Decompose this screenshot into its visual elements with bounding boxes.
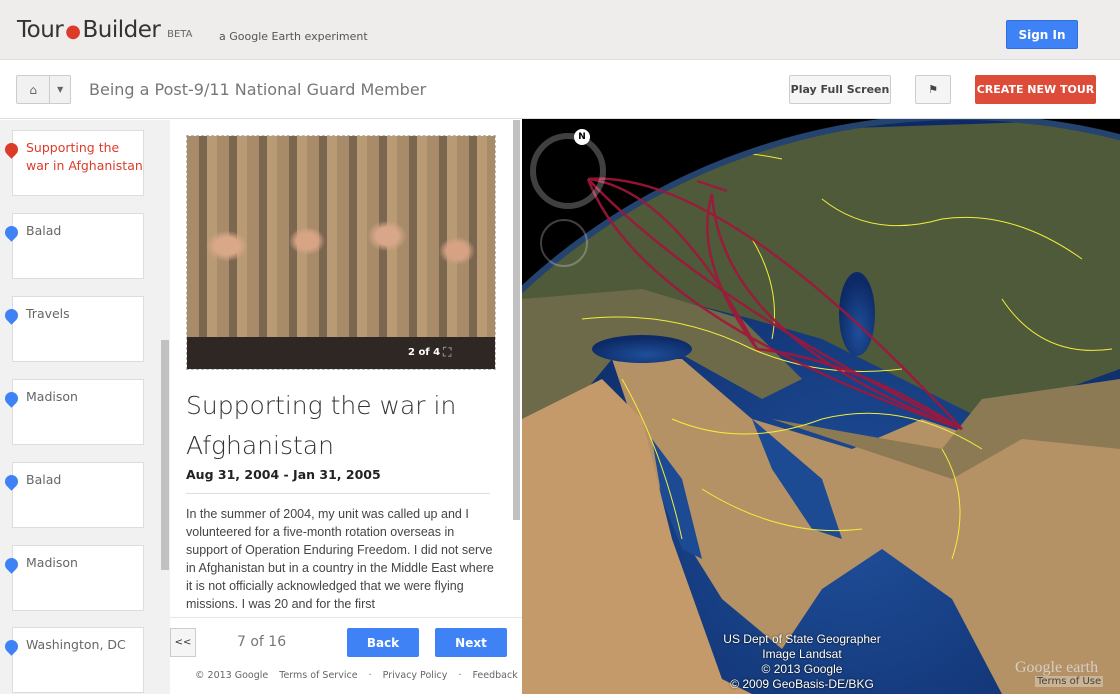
story-photo [187,136,495,337]
terms-link[interactable]: Terms of Service [279,670,357,681]
map-credits: US Dept of State Geographer Image Landsa… [717,632,887,692]
map-pin-icon [2,306,20,324]
beta-badge: BETA [167,29,192,40]
separator: · [458,670,461,681]
sidebar-scrollbar[interactable] [161,340,169,570]
sidebar-item-label: Supporting the war in Afghanistan [26,140,143,173]
sidebar-item[interactable]: Travels [12,296,144,362]
divider [186,493,490,494]
sidebar-item[interactable]: Washington, DC [12,627,144,693]
play-full-screen-button[interactable]: Play Full Screen [789,75,891,104]
sidebar-item-label: Washington, DC [26,637,126,652]
sidebar-item-label: Madison [26,555,78,570]
sign-in-button[interactable]: Sign In [1006,20,1078,49]
map-pin-icon [2,555,20,573]
story-date: Aug 31, 2004 - Jan 31, 2005 [186,467,381,482]
photo-counter: 2 of 4 [408,347,440,358]
story-navigation: << 7 of 16 Back Next © 2013 Google Terms… [170,617,522,694]
globe [522,119,1120,694]
privacy-link[interactable]: Privacy Policy [383,670,448,681]
zoom-control[interactable] [540,219,588,267]
north-indicator: N [574,129,590,145]
sidebar: Supporting the war in Afghanistan Balad … [0,120,170,694]
sidebar-item[interactable]: Balad [12,462,144,528]
logo[interactable]: Tour●Builder BETA [17,17,192,43]
google-earth-logo: Google earth [1015,659,1098,677]
toolbar: ⌂ ▼ Being a Post-9/11 National Guard Mem… [0,60,1120,119]
footer: © 2013 Google Terms of Service · Privacy… [195,670,526,681]
credit-line: US Dept of State Geographer [717,632,887,647]
stop-position: 7 of 16 [237,634,286,650]
logo-text: Builder [82,17,160,43]
story-scrollbar[interactable] [513,120,520,520]
credit-line: © 2009 GeoBasis-DE/BKG [717,677,887,692]
photo-viewer[interactable]: 2 of 4 ⛶ [186,135,496,370]
compass-control[interactable]: N [530,133,606,209]
map-pin-icon [2,637,20,655]
sidebar-item-label: Travels [26,306,70,321]
sidebar-item-label: Madison [26,389,78,404]
sidebar-item-label: Balad [26,472,61,487]
sidebar-item[interactable]: Madison [12,545,144,611]
tour-title: Being a Post-9/11 National Guard Member [89,80,426,99]
sidebar-item-label: Balad [26,223,61,238]
terms-of-use-link[interactable]: Terms of Use [1035,676,1103,687]
home-icon[interactable]: ⌂ [17,76,50,103]
map-pin-icon [2,223,20,241]
separator: · [369,670,372,681]
map-pin-icon [2,472,20,490]
flag-button[interactable]: ⚑ [915,75,951,104]
fullscreen-icon[interactable]: ⛶ [443,345,451,360]
story-title: Supporting the war in Afghanistan [186,386,486,466]
chevron-down-icon[interactable]: ▼ [50,76,70,103]
flag-icon: ⚑ [928,83,938,96]
credit-line: Image Landsat [717,647,887,662]
copyright: © 2013 Google [195,670,268,681]
home-menu[interactable]: ⌂ ▼ [16,75,71,104]
feedback-link[interactable]: Feedback [472,670,517,681]
sidebar-item[interactable]: Madison [12,379,144,445]
map-pin-icon [2,389,20,407]
logo-text: Tour [17,17,63,43]
next-button[interactable]: Next [435,628,507,657]
credit-line: © 2013 Google [717,662,887,677]
map-pin-icon: ● [65,21,80,42]
story-panel: 2 of 4 ⛶ Supporting the war in Afghanist… [170,120,522,694]
back-button[interactable]: Back [347,628,419,657]
photo-caption-bar: 2 of 4 ⛶ [187,337,495,369]
sidebar-item[interactable]: Balad [12,213,144,279]
tagline: a Google Earth experiment [219,30,368,43]
earth-map[interactable]: N US Dept of State Geographer Image Land… [522,119,1120,694]
map-pin-icon [2,140,20,158]
first-stop-button[interactable]: << [170,628,196,657]
story-body: In the summer of 2004, my unit was calle… [186,505,496,617]
sidebar-item[interactable]: Supporting the war in Afghanistan [12,130,144,196]
create-new-tour-button[interactable]: CREATE NEW TOUR [975,75,1096,104]
app-header: Tour●Builder BETA a Google Earth experim… [0,0,1120,60]
